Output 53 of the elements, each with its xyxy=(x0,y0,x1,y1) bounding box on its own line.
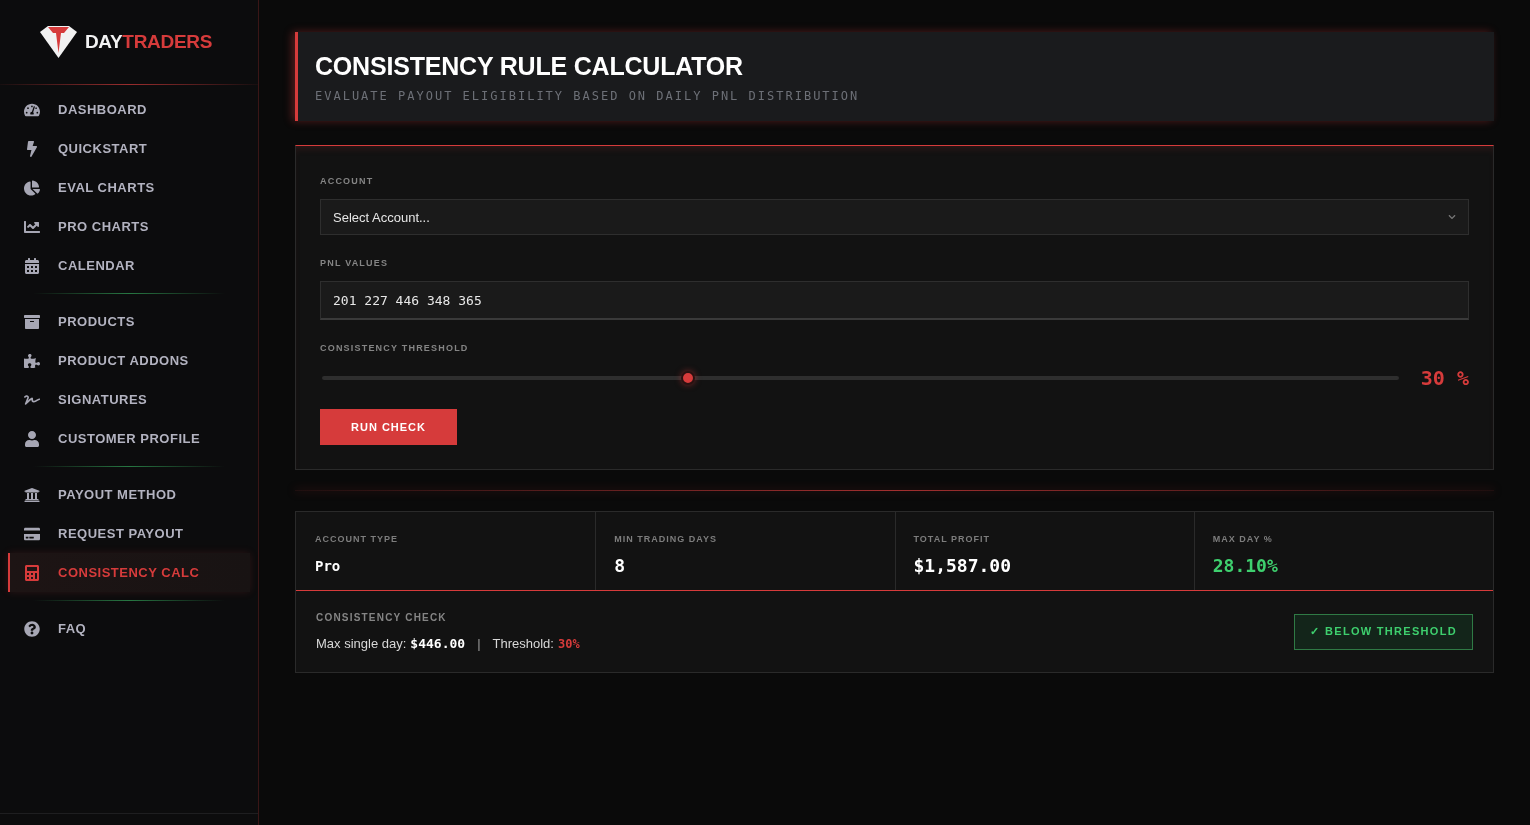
user-icon xyxy=(24,430,40,447)
nav-link[interactable]: QUICKSTART xyxy=(8,129,250,168)
bank-icon xyxy=(24,486,40,503)
page-subtitle: EVALUATE PAYOUT ELIGIBILITY BASED ON DAILY PNL DISTRIBUTION xyxy=(315,88,860,103)
threshold-reading: 30 % xyxy=(1420,366,1469,390)
nav-link[interactable]: EVAL CHARTS xyxy=(8,168,250,207)
puzzle-icon xyxy=(24,352,40,369)
summary-value: 30% xyxy=(557,636,580,652)
nav-link[interactable]: FAQ xyxy=(8,609,250,648)
nav-link[interactable]: PAYOUT METHOD xyxy=(8,475,250,514)
account-select[interactable]: Select Account... xyxy=(320,199,1469,235)
stat-label: TOTAL PROFIT xyxy=(913,533,990,545)
nav-link[interactable]: SIGNATURES xyxy=(8,380,250,419)
logo-text: DAYTRADERS xyxy=(84,31,213,53)
slider-thumb[interactable] xyxy=(681,371,696,385)
chevron-down-icon xyxy=(1448,213,1456,221)
nav-link[interactable]: CONSISTENCY CALC xyxy=(8,553,250,592)
stat-value: 28.10% xyxy=(1212,554,1278,578)
nav-link[interactable]: PRODUCTS xyxy=(8,302,250,341)
field-label: PNL VALUES xyxy=(320,257,389,269)
lightning-icon xyxy=(24,140,40,157)
calculator-icon xyxy=(24,564,40,581)
pnl-input[interactable]: 201 227 446 348 365 xyxy=(320,281,1469,320)
nav-link[interactable]: PRODUCT ADDONS xyxy=(8,341,250,380)
stat-label: MAX DAY % xyxy=(1212,533,1273,545)
pipe-separator: | xyxy=(477,636,481,652)
run-check-button[interactable]: RUN CHECK xyxy=(320,409,457,445)
line-chart-icon xyxy=(24,218,40,235)
pie-chart-icon xyxy=(24,179,40,196)
box-icon xyxy=(24,313,40,330)
page-title: CONSISTENCY RULE CALCULATOR xyxy=(315,50,743,81)
logo-icon xyxy=(39,26,77,58)
credit-card-icon xyxy=(24,525,40,542)
stat-label: MIN TRADING DAYS xyxy=(614,533,717,545)
help-icon xyxy=(24,620,40,637)
stat-value: Pro xyxy=(315,557,341,576)
nav-link[interactable]: CUSTOMER PROFILE xyxy=(8,419,250,458)
field-label: CONSISTENCY THRESHOLD xyxy=(320,342,469,354)
nav-link[interactable]: PRO CHARTS xyxy=(8,207,250,246)
gauge-icon xyxy=(24,101,40,118)
stat-label: ACCOUNT TYPE xyxy=(315,533,398,545)
stat-value: 8 xyxy=(614,554,626,578)
summary-value: $446.00 xyxy=(410,636,466,652)
stat-value: $1,587.00 xyxy=(913,554,1012,578)
calendar-icon xyxy=(24,257,40,274)
summary-label: Max single day: xyxy=(316,636,407,652)
status-badge: ✓ BELOW THRESHOLD xyxy=(1294,613,1473,650)
summary-label: Threshold: xyxy=(492,636,554,652)
nav-link[interactable]: CALENDAR xyxy=(8,246,250,285)
nav-link[interactable]: REQUEST PAYOUT xyxy=(8,514,250,553)
nav-link[interactable]: DASHBOARD xyxy=(8,90,250,129)
section-label: CONSISTENCY CHECK xyxy=(316,611,447,624)
field-label: ACCOUNT xyxy=(320,175,374,187)
